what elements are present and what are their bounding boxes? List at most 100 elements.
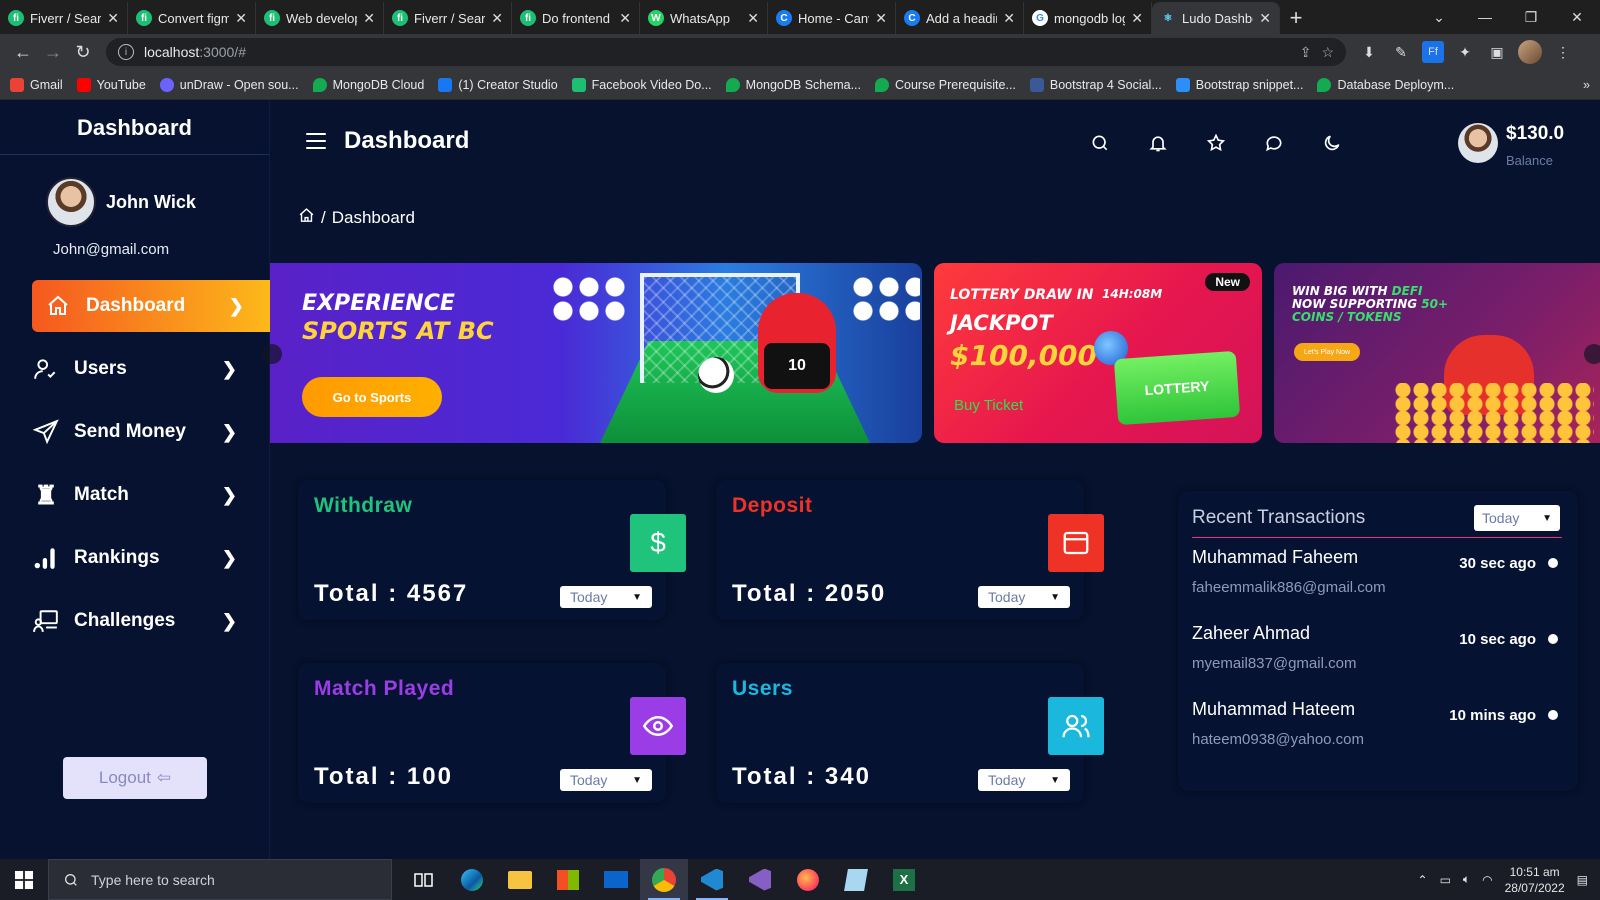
- windows-start-icon[interactable]: [0, 859, 48, 900]
- hamburger-menu-icon[interactable]: [306, 133, 326, 149]
- taskbar-clock[interactable]: 10:51 am 28/07/2022: [1505, 864, 1565, 896]
- browser-tab[interactable]: W WhatsApp ✕: [640, 2, 768, 34]
- carousel-next-icon[interactable]: [1584, 344, 1600, 364]
- period-select[interactable]: Today ▼: [560, 586, 652, 608]
- go-to-sports-button[interactable]: Go to Sports: [302, 377, 442, 417]
- tab-close-icon[interactable]: ✕: [1131, 10, 1143, 27]
- notifications-icon[interactable]: ▤: [1577, 873, 1588, 887]
- period-select[interactable]: Today ▼: [1474, 505, 1560, 531]
- back-icon[interactable]: ←: [8, 37, 38, 67]
- list-item[interactable]: Muhammad Hateem hateem0938@yahoo.com 10 …: [1192, 699, 1562, 769]
- browser-tab[interactable]: fiFiverr / Search✕: [0, 2, 128, 34]
- firefox-icon[interactable]: [784, 859, 832, 900]
- browser-tab-active[interactable]: ⚛Ludo Dashboard✕: [1152, 2, 1280, 34]
- sidebar-item-dashboard[interactable]: Dashboard ❯: [32, 280, 270, 332]
- sidebar-item-match[interactable]: ♜ Match ❯: [0, 469, 269, 521]
- bookmark-item[interactable]: Database Deploym...: [1317, 77, 1454, 92]
- period-select[interactable]: Today ▼: [560, 769, 652, 791]
- side-panel-icon[interactable]: ▣: [1486, 41, 1508, 63]
- share-icon[interactable]: ⇪: [1300, 44, 1312, 61]
- minimize-icon[interactable]: —: [1462, 0, 1508, 34]
- bookmark-item[interactable]: MongoDB Schema...: [725, 77, 861, 92]
- browser-tab[interactable]: CHome - Canva✕: [768, 2, 896, 34]
- browser-tab[interactable]: Gmongodb login✕: [1024, 2, 1152, 34]
- list-item[interactable]: Zaheer Ahmad myemail837@gmail.com 10 sec…: [1192, 623, 1562, 693]
- bookmark-item[interactable]: Bootstrap snippet...: [1175, 77, 1303, 92]
- tab-close-icon[interactable]: ✕: [107, 10, 119, 27]
- bookmark-item[interactable]: unDraw - Open sou...: [159, 77, 299, 92]
- avatar[interactable]: [46, 177, 96, 227]
- store-icon[interactable]: [544, 859, 592, 900]
- site-info-icon[interactable]: i: [118, 44, 134, 60]
- color-picker-icon[interactable]: ✎: [1390, 41, 1412, 63]
- search-icon[interactable]: [1086, 129, 1114, 157]
- mail-icon[interactable]: [592, 859, 640, 900]
- home-icon[interactable]: [298, 207, 315, 229]
- buy-ticket-link[interactable]: Buy Ticket: [954, 397, 1023, 414]
- logout-button[interactable]: Logout ⇦: [63, 757, 207, 799]
- period-select[interactable]: Today ▼: [978, 769, 1070, 791]
- task-view-icon[interactable]: [400, 859, 448, 900]
- extensions-puzzle-icon[interactable]: ✦: [1454, 41, 1476, 63]
- tray-chevron-up-icon[interactable]: ⌃: [1418, 873, 1428, 887]
- reload-icon[interactable]: ↻: [68, 37, 98, 67]
- list-item[interactable]: Muhammad Faheem faheemmalik886@gmail.com…: [1192, 547, 1562, 617]
- sidebar-item-challenges[interactable]: Challenges ❯: [0, 595, 269, 647]
- close-window-icon[interactable]: ✕: [1554, 0, 1600, 34]
- wifi-icon[interactable]: ◠: [1482, 873, 1492, 887]
- browser-tab[interactable]: fiConvert figma✕: [128, 2, 256, 34]
- sidebar-item-send-money[interactable]: Send Money ❯: [0, 406, 269, 458]
- bookmarks-overflow-icon[interactable]: »: [1583, 78, 1590, 92]
- volume-icon[interactable]: 🔈︎: [1463, 872, 1470, 887]
- chat-icon[interactable]: [1260, 129, 1288, 157]
- bookmark-star-icon[interactable]: ☆: [1321, 44, 1334, 61]
- bookmark-item[interactable]: Gmail: [10, 77, 63, 92]
- excel-icon[interactable]: X: [880, 859, 928, 900]
- tab-close-icon[interactable]: ✕: [235, 10, 247, 27]
- bookmark-item[interactable]: Facebook Video Do...: [571, 77, 712, 92]
- new-tab-button[interactable]: +: [1280, 2, 1312, 34]
- moon-icon[interactable]: [1318, 129, 1346, 157]
- tab-close-icon[interactable]: ✕: [1259, 10, 1271, 27]
- browser-tab[interactable]: fi Do frontend ✕: [512, 2, 640, 34]
- sidebar-item-rankings[interactable]: Rankings ❯: [0, 532, 269, 584]
- bookmark-item[interactable]: Course Prerequisite...: [875, 77, 1016, 92]
- period-select[interactable]: Today ▼: [978, 586, 1070, 608]
- forward-icon[interactable]: →: [38, 37, 68, 67]
- edge-icon[interactable]: [448, 859, 496, 900]
- browser-menu-icon[interactable]: ⋮: [1552, 41, 1574, 63]
- visual-studio-icon[interactable]: [736, 859, 784, 900]
- tab-close-icon[interactable]: ✕: [491, 10, 503, 27]
- sports-banner[interactable]: 10 EXPERIENCE SPORTS AT BC Go to Sports: [270, 263, 922, 443]
- browser-tab[interactable]: fiWeb developer✕: [256, 2, 384, 34]
- file-explorer-icon[interactable]: [496, 859, 544, 900]
- tab-close-icon[interactable]: ✕: [747, 10, 759, 27]
- header-avatar[interactable]: [1458, 123, 1498, 163]
- bookmark-item[interactable]: Bootstrap 4 Social...: [1029, 77, 1162, 92]
- tab-close-icon[interactable]: ✕: [875, 10, 887, 27]
- font-extension-icon[interactable]: Ff: [1422, 41, 1444, 63]
- tab-close-icon[interactable]: ✕: [363, 10, 375, 27]
- lets-play-button[interactable]: Let's Play Now: [1294, 343, 1360, 361]
- browser-tab[interactable]: CAdd a heading✕: [896, 2, 1024, 34]
- taskbar-search-input[interactable]: Type here to search: [48, 859, 392, 900]
- battery-icon[interactable]: ▭: [1440, 873, 1451, 887]
- url-input[interactable]: i localhost:3000/# ⇪ ☆: [106, 38, 1346, 66]
- bookmark-item[interactable]: MongoDB Cloud: [312, 77, 424, 92]
- carousel-prev-icon[interactable]: [262, 344, 282, 364]
- star-icon[interactable]: [1202, 129, 1230, 157]
- defi-banner[interactable]: WIN BIG WITH DEFI NOW SUPPORTING 50+ COI…: [1274, 263, 1600, 443]
- restore-icon[interactable]: ❐: [1508, 0, 1554, 34]
- sidebar-logo[interactable]: Dashboard: [0, 101, 269, 155]
- sidebar-item-users[interactable]: Users ❯: [0, 343, 269, 395]
- tab-close-icon[interactable]: ✕: [1003, 10, 1015, 27]
- vscode-icon[interactable]: [688, 859, 736, 900]
- tab-close-icon[interactable]: ✕: [619, 10, 631, 27]
- profile-avatar[interactable]: [1518, 40, 1542, 64]
- bookmark-item[interactable]: YouTube: [76, 77, 146, 92]
- chrome-icon[interactable]: [640, 859, 688, 900]
- bookmark-item[interactable]: (1) Creator Studio: [438, 77, 558, 92]
- notepad-icon[interactable]: [832, 859, 880, 900]
- lottery-banner[interactable]: New LOTTERY DRAW IN 14H:08M JACKPOT $100…: [934, 263, 1262, 443]
- tab-search-icon[interactable]: ⌄: [1416, 0, 1462, 34]
